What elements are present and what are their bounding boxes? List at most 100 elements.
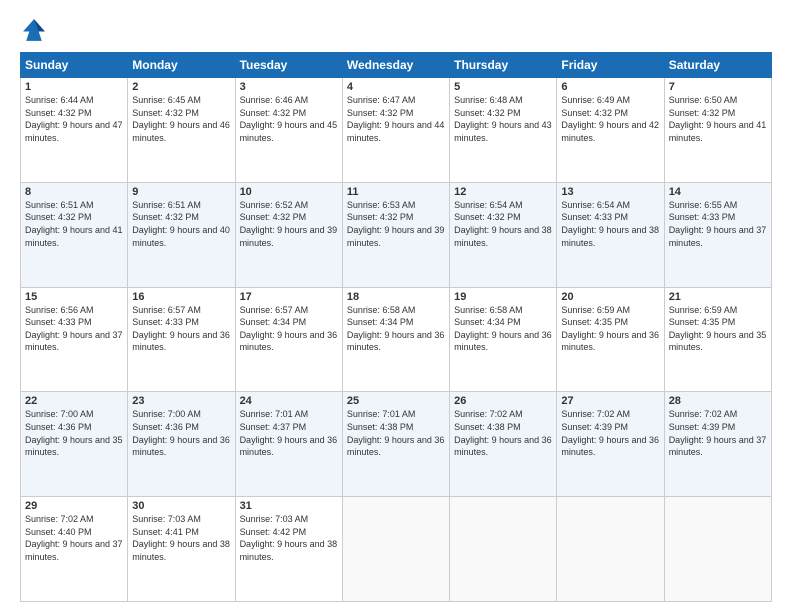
calendar-cell: 13 Sunrise: 6:54 AMSunset: 4:33 PMDayligh…: [557, 182, 664, 287]
cell-info: Sunrise: 7:02 AMSunset: 4:38 PMDaylight:…: [454, 409, 552, 457]
calendar-page: SundayMondayTuesdayWednesdayThursdayFrid…: [0, 0, 792, 612]
calendar-cell: 31 Sunrise: 7:03 AMSunset: 4:42 PMDayligh…: [235, 497, 342, 602]
calendar-cell: 26 Sunrise: 7:02 AMSunset: 4:38 PMDayligh…: [450, 392, 557, 497]
day-number: 16: [132, 291, 230, 303]
cell-info: Sunrise: 6:51 AMSunset: 4:32 PMDaylight:…: [25, 200, 123, 248]
cell-info: Sunrise: 6:47 AMSunset: 4:32 PMDaylight:…: [347, 95, 445, 143]
calendar-cell: [342, 497, 449, 602]
cell-info: Sunrise: 7:00 AMSunset: 4:36 PMDaylight:…: [132, 409, 230, 457]
day-number: 25: [347, 395, 445, 407]
calendar-week-row: 29Sunrise: 7:02 AMSunset: 4:40 PMDayligh…: [21, 497, 772, 602]
day-number: 11: [347, 186, 445, 198]
logo: [20, 16, 52, 44]
calendar-cell: [557, 497, 664, 602]
day-number: 31: [240, 500, 338, 512]
day-number: 26: [454, 395, 552, 407]
cell-info: Sunrise: 7:03 AMSunset: 4:42 PMDaylight:…: [240, 514, 338, 562]
day-number: 19: [454, 291, 552, 303]
day-number: 10: [240, 186, 338, 198]
cell-info: Sunrise: 6:52 AMSunset: 4:32 PMDaylight:…: [240, 200, 338, 248]
calendar-cell: 11 Sunrise: 6:53 AMSunset: 4:32 PMDayligh…: [342, 182, 449, 287]
logo-icon: [20, 16, 48, 44]
day-number: 15: [25, 291, 123, 303]
day-number: 5: [454, 81, 552, 93]
calendar-cell: 17 Sunrise: 6:57 AMSunset: 4:34 PMDayligh…: [235, 287, 342, 392]
calendar-cell: 2Sunrise: 6:45 AMSunset: 4:32 PMDaylight…: [128, 78, 235, 183]
cell-info: Sunrise: 6:54 AMSunset: 4:32 PMDaylight:…: [454, 200, 552, 248]
calendar-cell: 3Sunrise: 6:46 AMSunset: 4:32 PMDaylight…: [235, 78, 342, 183]
day-number: 28: [669, 395, 767, 407]
calendar-cell: 29Sunrise: 7:02 AMSunset: 4:40 PMDayligh…: [21, 497, 128, 602]
calendar-header-tuesday: Tuesday: [235, 53, 342, 78]
calendar-cell: [664, 497, 771, 602]
calendar-cell: 7Sunrise: 6:50 AMSunset: 4:32 PMDaylight…: [664, 78, 771, 183]
day-number: 1: [25, 81, 123, 93]
day-number: 2: [132, 81, 230, 93]
cell-info: Sunrise: 6:58 AMSunset: 4:34 PMDaylight:…: [347, 305, 445, 353]
day-number: 18: [347, 291, 445, 303]
calendar-cell: 1 Sunrise: 6:44 AMSunset: 4:32 PMDaylight…: [21, 78, 128, 183]
calendar-cell: 8 Sunrise: 6:51 AMSunset: 4:32 PMDaylight…: [21, 182, 128, 287]
calendar-cell: 28 Sunrise: 7:02 AMSunset: 4:39 PMDayligh…: [664, 392, 771, 497]
calendar-header-row: SundayMondayTuesdayWednesdayThursdayFrid…: [21, 53, 772, 78]
day-number: 30: [132, 500, 230, 512]
day-number: 6: [561, 81, 659, 93]
cell-info: Sunrise: 7:00 AMSunset: 4:36 PMDaylight:…: [25, 409, 123, 457]
cell-info: Sunrise: 6:56 AMSunset: 4:33 PMDaylight:…: [25, 305, 123, 353]
calendar-cell: 5 Sunrise: 6:48 AMSunset: 4:32 PMDaylight…: [450, 78, 557, 183]
calendar-cell: 10 Sunrise: 6:52 AMSunset: 4:32 PMDayligh…: [235, 182, 342, 287]
calendar-cell: 9 Sunrise: 6:51 AMSunset: 4:32 PMDaylight…: [128, 182, 235, 287]
day-number: 21: [669, 291, 767, 303]
cell-info: Sunrise: 6:57 AMSunset: 4:33 PMDaylight:…: [132, 305, 230, 353]
cell-info: Sunrise: 6:44 AMSunset: 4:32 PMDaylight:…: [25, 95, 123, 143]
day-number: 23: [132, 395, 230, 407]
cell-info: Sunrise: 7:02 AMSunset: 4:40 PMDaylight:…: [25, 514, 123, 562]
calendar-week-row: 8 Sunrise: 6:51 AMSunset: 4:32 PMDaylight…: [21, 182, 772, 287]
calendar-cell: [450, 497, 557, 602]
cell-info: Sunrise: 6:50 AMSunset: 4:32 PMDaylight:…: [669, 95, 767, 143]
day-number: 27: [561, 395, 659, 407]
day-number: 13: [561, 186, 659, 198]
calendar-cell: 12 Sunrise: 6:54 AMSunset: 4:32 PMDayligh…: [450, 182, 557, 287]
cell-info: Sunrise: 6:51 AMSunset: 4:32 PMDaylight:…: [132, 200, 230, 248]
calendar-cell: 27Sunrise: 7:02 AMSunset: 4:39 PMDayligh…: [557, 392, 664, 497]
day-number: 24: [240, 395, 338, 407]
calendar-week-row: 1 Sunrise: 6:44 AMSunset: 4:32 PMDaylight…: [21, 78, 772, 183]
calendar-header-sunday: Sunday: [21, 53, 128, 78]
day-number: 9: [132, 186, 230, 198]
calendar-header-wednesday: Wednesday: [342, 53, 449, 78]
cell-info: Sunrise: 7:03 AMSunset: 4:41 PMDaylight:…: [132, 514, 230, 562]
calendar-week-row: 15 Sunrise: 6:56 AMSunset: 4:33 PMDayligh…: [21, 287, 772, 392]
cell-info: Sunrise: 6:46 AMSunset: 4:32 PMDaylight:…: [240, 95, 338, 143]
day-number: 22: [25, 395, 123, 407]
cell-info: Sunrise: 6:55 AMSunset: 4:33 PMDaylight:…: [669, 200, 767, 248]
day-number: 14: [669, 186, 767, 198]
cell-info: Sunrise: 6:54 AMSunset: 4:33 PMDaylight:…: [561, 200, 659, 248]
cell-info: Sunrise: 6:57 AMSunset: 4:34 PMDaylight:…: [240, 305, 338, 353]
day-number: 17: [240, 291, 338, 303]
cell-info: Sunrise: 7:01 AMSunset: 4:38 PMDaylight:…: [347, 409, 445, 457]
calendar-header-friday: Friday: [557, 53, 664, 78]
calendar-cell: 4Sunrise: 6:47 AMSunset: 4:32 PMDaylight…: [342, 78, 449, 183]
calendar-cell: 25 Sunrise: 7:01 AMSunset: 4:38 PMDayligh…: [342, 392, 449, 497]
cell-info: Sunrise: 6:53 AMSunset: 4:32 PMDaylight:…: [347, 200, 445, 248]
day-number: 12: [454, 186, 552, 198]
calendar-cell: 20Sunrise: 6:59 AMSunset: 4:35 PMDayligh…: [557, 287, 664, 392]
calendar-cell: 16 Sunrise: 6:57 AMSunset: 4:33 PMDayligh…: [128, 287, 235, 392]
calendar-cell: 6 Sunrise: 6:49 AMSunset: 4:32 PMDaylight…: [557, 78, 664, 183]
calendar-cell: 24 Sunrise: 7:01 AMSunset: 4:37 PMDayligh…: [235, 392, 342, 497]
calendar-cell: 19 Sunrise: 6:58 AMSunset: 4:34 PMDayligh…: [450, 287, 557, 392]
cell-info: Sunrise: 7:02 AMSunset: 4:39 PMDaylight:…: [669, 409, 767, 457]
calendar-cell: 22 Sunrise: 7:00 AMSunset: 4:36 PMDayligh…: [21, 392, 128, 497]
cell-info: Sunrise: 6:48 AMSunset: 4:32 PMDaylight:…: [454, 95, 552, 143]
calendar-header-monday: Monday: [128, 53, 235, 78]
cell-info: Sunrise: 6:58 AMSunset: 4:34 PMDaylight:…: [454, 305, 552, 353]
calendar-week-row: 22 Sunrise: 7:00 AMSunset: 4:36 PMDayligh…: [21, 392, 772, 497]
cell-info: Sunrise: 7:01 AMSunset: 4:37 PMDaylight:…: [240, 409, 338, 457]
calendar-header-saturday: Saturday: [664, 53, 771, 78]
day-number: 8: [25, 186, 123, 198]
header: [20, 16, 772, 44]
cell-info: Sunrise: 6:59 AMSunset: 4:35 PMDaylight:…: [561, 305, 659, 353]
calendar-table: SundayMondayTuesdayWednesdayThursdayFrid…: [20, 52, 772, 602]
cell-info: Sunrise: 6:49 AMSunset: 4:32 PMDaylight:…: [561, 95, 659, 143]
